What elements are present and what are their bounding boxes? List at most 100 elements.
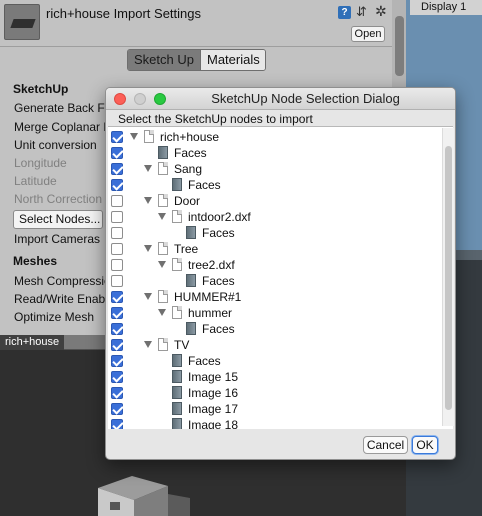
- tree-node[interactable]: Faces: [108, 353, 438, 369]
- node-label: Faces: [202, 322, 235, 336]
- mesh-faces-icon: [172, 178, 182, 191]
- cancel-button[interactable]: Cancel: [363, 436, 408, 454]
- dialog-titlebar[interactable]: SketchUp Node Selection Dialog: [106, 88, 455, 110]
- expand-arrow-icon[interactable]: [144, 197, 152, 204]
- expand-arrow-icon[interactable]: [130, 133, 138, 140]
- node-label: Faces: [188, 354, 221, 368]
- node-checkbox[interactable]: [111, 291, 123, 303]
- node-checkbox[interactable]: [111, 195, 123, 207]
- node-label: Faces: [174, 146, 207, 160]
- node-label: Faces: [202, 226, 235, 240]
- mesh-compression-label: Mesh Compressio: [14, 274, 111, 288]
- mesh-faces-icon: [172, 418, 182, 429]
- tree-node[interactable]: HUMMER#1: [108, 289, 438, 305]
- tree-node[interactable]: tree2.dxf: [108, 257, 438, 273]
- mesh-faces-icon: [172, 386, 182, 399]
- node-checkbox[interactable]: [111, 371, 123, 383]
- import-cameras-label: Import Cameras: [14, 232, 101, 246]
- node-checkbox[interactable]: [111, 211, 123, 223]
- gear-icon[interactable]: ✲: [375, 3, 387, 20]
- tree-node[interactable]: TV: [108, 337, 438, 353]
- tree-node[interactable]: Tree: [108, 241, 438, 257]
- expand-arrow-icon[interactable]: [158, 309, 166, 316]
- dialog-prompt: Select the SketchUp nodes to import: [118, 112, 313, 126]
- read-write-enabled-label: Read/Write Enabl: [14, 292, 108, 306]
- node-label: Image 15: [188, 370, 239, 384]
- expand-arrow-icon[interactable]: [144, 245, 152, 252]
- expand-arrow-icon[interactable]: [144, 341, 152, 348]
- node-checkbox[interactable]: [111, 419, 123, 429]
- node-label: tree2.dxf: [188, 258, 235, 272]
- node-group-icon: [158, 194, 168, 207]
- node-checkbox[interactable]: [111, 259, 123, 271]
- unit-conversion-label: Unit conversion: [14, 138, 97, 152]
- mesh-faces-icon: [186, 274, 196, 287]
- node-checkbox[interactable]: [111, 403, 123, 415]
- node-label: intdoor2.dxf: [188, 210, 251, 224]
- longitude-label: Longitude: [14, 156, 67, 170]
- tree-node[interactable]: Image 17: [108, 401, 438, 417]
- tree-node[interactable]: Sang: [108, 161, 438, 177]
- tree-node[interactable]: rich+house: [108, 129, 438, 145]
- node-label: Faces: [202, 274, 235, 288]
- expand-arrow-icon[interactable]: [144, 165, 152, 172]
- mesh-faces-icon: [172, 354, 182, 367]
- node-checkbox[interactable]: [111, 339, 123, 351]
- node-checkbox[interactable]: [111, 387, 123, 399]
- node-checkbox[interactable]: [111, 227, 123, 239]
- tree-node[interactable]: Image 16: [108, 385, 438, 401]
- node-checkbox[interactable]: [111, 355, 123, 367]
- mesh-faces-icon: [186, 322, 196, 335]
- expand-arrow-icon[interactable]: [158, 261, 166, 268]
- house-model: [98, 476, 190, 516]
- tree-node[interactable]: Faces: [108, 273, 438, 289]
- help-icon[interactable]: ?: [338, 6, 351, 19]
- node-checkbox[interactable]: [111, 275, 123, 287]
- node-label: Image 18: [188, 418, 239, 429]
- node-label: rich+house: [160, 130, 220, 144]
- preset-icon[interactable]: ⇵: [356, 4, 367, 20]
- tree-node[interactable]: Door: [108, 193, 438, 209]
- node-group-icon: [172, 258, 182, 271]
- tab-sketch-up[interactable]: Sketch Up: [128, 50, 200, 70]
- node-group-icon: [158, 162, 168, 175]
- tree-scrollbar-thumb[interactable]: [445, 146, 452, 410]
- optimize-mesh-label: Optimize Mesh: [14, 310, 95, 324]
- node-checkbox[interactable]: [111, 163, 123, 175]
- tree-node[interactable]: intdoor2.dxf: [108, 209, 438, 225]
- tree-node[interactable]: Faces: [108, 177, 438, 193]
- node-checkbox[interactable]: [111, 243, 123, 255]
- scene-tab[interactable]: rich+house: [0, 335, 65, 350]
- north-correction-label: North Correction: [14, 192, 103, 206]
- node-label: Tree: [174, 242, 199, 256]
- mesh-faces-icon: [172, 402, 182, 415]
- tree-node[interactable]: Faces: [108, 145, 438, 161]
- sketchup-asset-icon: [4, 4, 40, 40]
- expand-arrow-icon[interactable]: [144, 293, 152, 300]
- node-label: Image 16: [188, 386, 239, 400]
- tree-node[interactable]: Faces: [108, 321, 438, 337]
- section-heading-meshes: Meshes: [13, 254, 58, 268]
- tree-node[interactable]: hummer: [108, 305, 438, 321]
- node-group-icon: [144, 130, 154, 143]
- node-checkbox[interactable]: [111, 179, 123, 191]
- node-checkbox[interactable]: [111, 323, 123, 335]
- mesh-faces-icon: [158, 146, 168, 159]
- tree-node[interactable]: Image 18: [108, 417, 438, 429]
- inspector-title: rich+house Import Settings: [46, 6, 201, 21]
- latitude-label: Latitude: [14, 174, 57, 188]
- section-heading-sketchup: SketchUp: [13, 82, 69, 96]
- tab-materials[interactable]: Materials: [200, 50, 265, 70]
- open-button[interactable]: Open: [351, 26, 385, 42]
- node-checkbox[interactable]: [111, 147, 123, 159]
- inspector-scrollbar-thumb[interactable]: [395, 16, 404, 76]
- display-selector[interactable]: Display 1: [410, 0, 482, 15]
- node-checkbox[interactable]: [111, 307, 123, 319]
- node-checkbox[interactable]: [111, 131, 123, 143]
- tree-node[interactable]: Faces: [108, 225, 438, 241]
- select-nodes-button[interactable]: Select Nodes...: [13, 210, 103, 229]
- expand-arrow-icon[interactable]: [158, 213, 166, 220]
- tree-node[interactable]: Image 15: [108, 369, 438, 385]
- ok-button[interactable]: OK: [412, 436, 438, 454]
- node-selection-dialog: SketchUp Node Selection Dialog Select th…: [105, 87, 456, 460]
